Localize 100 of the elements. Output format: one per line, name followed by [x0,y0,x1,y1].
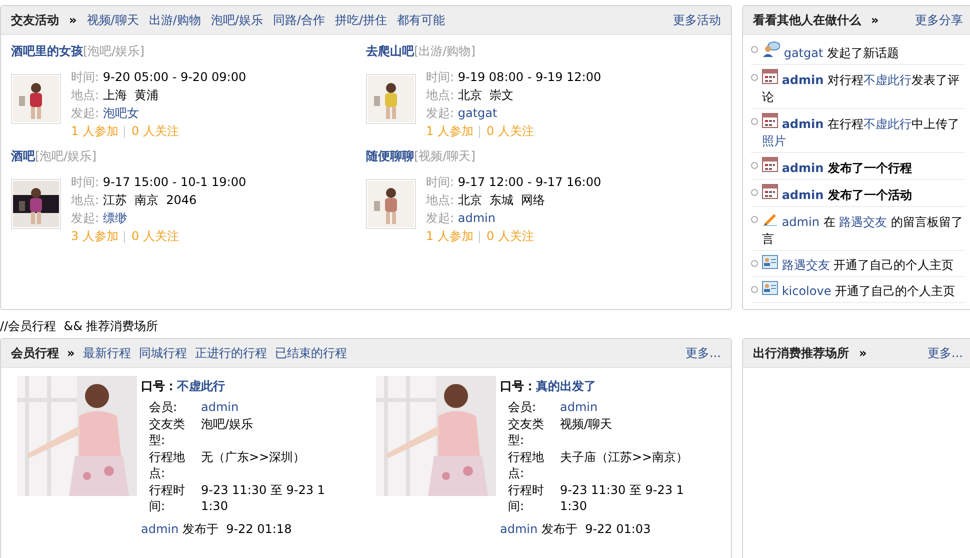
field-label: 时间: [426,70,454,84]
calendar-icon [762,157,778,172]
category-link[interactable]: 出游/购物 [148,12,201,28]
user-link[interactable]: admin [782,188,824,202]
organizer-link[interactable]: 泡吧女 [102,106,139,120]
activity-entry: admin 对行程不虚此行发表了评论 [762,67,965,106]
field-label: 行程时间: [508,482,545,515]
user-link[interactable]: kicolove [782,284,832,298]
user-link[interactable]: admin [782,73,824,87]
field-value: 9-23 11:30 至 9-23 11:30 [201,482,326,515]
activity-entry: admin 在行程不虚此行中上传了 照片 [762,111,965,150]
user-link[interactable]: admin [782,117,824,131]
more-link[interactable]: 更多... [686,344,721,362]
organizer-link[interactable]: admin [458,211,496,225]
chevron-icon: » [859,346,867,360]
user-link[interactable]: 不虚此行 [864,117,912,131]
field-label: 发起: [71,211,100,225]
chat-user-icon [762,41,780,57]
field-label: 会员: [508,399,538,416]
bullet-icon [751,189,758,196]
field-label: 会员: [149,399,178,416]
activity-title[interactable]: 去爬山吧 [366,44,414,58]
category-link[interactable]: 都有可能 [397,12,445,28]
activity-entry: gatgat 发起了新话题 [762,39,965,62]
member-link[interactable]: admin [201,400,239,414]
field-label: 发起: [71,106,100,120]
activity-time: 9-17 12:00 - 9-17 16:00 [458,175,602,189]
activity-time: 9-20 05:00 - 9-20 09:00 [102,70,246,84]
category-link[interactable]: 泡吧/娱乐 [210,12,263,28]
member-link[interactable]: admin [560,400,598,414]
user-link[interactable]: admin [782,215,820,229]
activity-place: 江苏 南京 2046 [102,193,197,207]
activity-time: 9-17 15:00 - 10-1 19:00 [102,175,246,189]
trip-filter-link[interactable]: 正进行的行程 [194,344,267,362]
activity-place: 上海 黄浦 [102,88,159,102]
field-value: 夫子庙（江苏>>南京） [560,449,690,466]
panel-title: 出行消费推荐场所 [753,344,849,362]
calendar-icon [762,184,778,199]
field-label: 发起: [426,106,454,120]
bullet-icon [751,46,758,53]
activity-title[interactable]: 酒吧 [11,149,35,163]
author-link[interactable]: admin [500,522,538,536]
bullet-icon [751,74,758,81]
bullet-icon [751,286,758,293]
more-link[interactable]: 更多... [928,344,963,362]
trip-filter-link[interactable]: 同城行程 [138,344,187,362]
field-label: 地点: [426,193,454,207]
field-label: 地点: [71,88,100,102]
activity-entry: admin 发布了一个活动 [762,182,965,204]
activity-place: 北京 崇文 [458,88,514,102]
field-label: 行程地点: [149,449,186,482]
user-link[interactable]: 路遇交友 [839,215,888,229]
field-label: 时间: [71,70,100,84]
field-value: 视频/聊天 [560,416,614,433]
bullet-icon [751,216,758,223]
user-link[interactable]: 不虚此行 [864,73,912,87]
field-label: 交友类型: [508,416,545,449]
more-link[interactable]: 更多活动 [673,12,721,28]
bullet-icon [751,118,758,125]
user-link[interactable]: 照片 [762,134,786,148]
panel-title: 交友活动 [11,12,59,28]
activity-entry: admin 在 路遇交友 的留言板留了言 [762,209,965,248]
author-link[interactable]: admin [141,522,179,536]
activity-category: [出游/购物] [414,44,476,58]
field-value: 无（广东>>深圳） [201,449,306,466]
activity-category: [泡吧/娱乐] [35,149,96,163]
field-label: 交友类型: [149,416,186,449]
field-value: 9-23 11:30 至 9-23 11:30 [560,482,685,515]
category-link[interactable]: 同路/合作 [272,12,325,28]
field-label: 时间: [71,175,100,189]
pencil-icon [762,211,778,226]
activity-title[interactable]: 随便聊聊 [366,149,414,163]
trip-filter-link[interactable]: 已结束的行程 [274,344,347,362]
field-label: 行程地点: [508,449,545,482]
panel-title: 看看其他人在做什么 [753,12,861,28]
activity-title[interactable]: 酒吧里的女孩 [11,44,83,58]
slogan-label: 口号： [141,379,177,393]
field-value: 泡吧/娱乐 [201,416,254,433]
profile-card-icon [762,281,778,295]
organizer-link[interactable]: 缥缈 [102,211,127,225]
organizer-link[interactable]: gatgat [458,106,498,120]
activity-category: [视频/聊天] [414,149,476,163]
more-link[interactable]: 更多分享 [915,12,963,28]
user-link[interactable]: admin [782,161,824,175]
trip-title[interactable]: 真的出发了 [536,379,596,393]
section-comment: //会员行程 && 推荐消费场所 [0,318,160,335]
user-link[interactable]: 路遇交友 [782,258,830,272]
field-label: 地点: [71,193,100,207]
activity-time: 9-19 08:00 - 9-19 12:00 [458,70,602,84]
trip-title[interactable]: 不虚此行 [177,379,225,393]
activity-entry: 路遇交友 开通了自己的个人主页 [762,253,965,274]
calendar-icon [762,69,778,84]
profile-card-icon [762,255,778,269]
chevron-icon: » [67,346,75,360]
activity-entry: kicolove 开通了自己的个人主页 [762,279,965,300]
category-link[interactable]: 拼吃/拼住 [334,12,387,28]
field-label: 地点: [426,88,454,102]
user-link[interactable]: gatgat [784,46,824,60]
trip-filter-link[interactable]: 最新行程 [82,344,131,362]
category-link[interactable]: 视频/聊天 [86,12,139,28]
